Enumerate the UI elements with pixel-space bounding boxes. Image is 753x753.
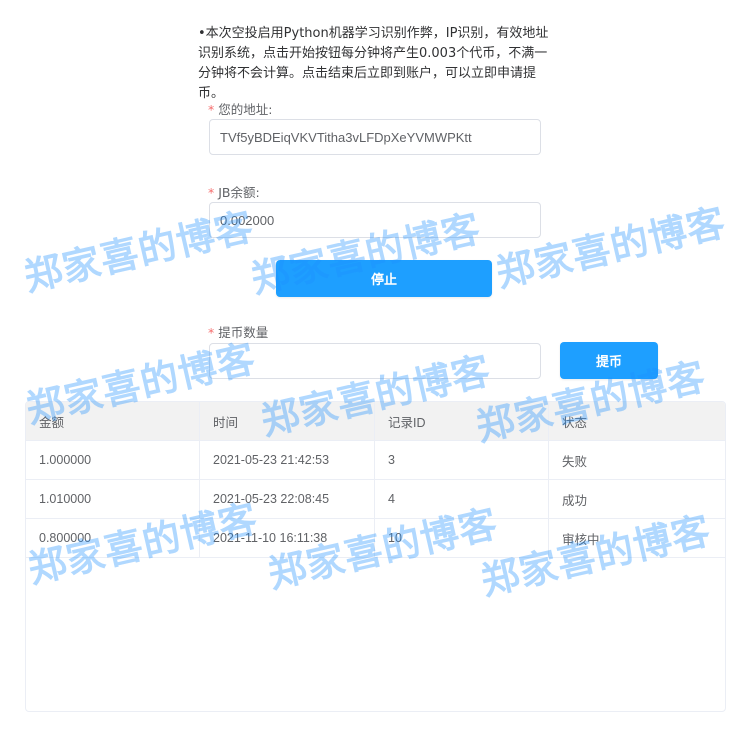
balance-input[interactable] <box>220 212 530 228</box>
header-status: 状态 <box>549 402 725 441</box>
cell-status: 成功 <box>549 480 725 519</box>
required-mark: * <box>208 325 215 340</box>
table-row: 1.010000 2021-05-23 22:08:45 4 成功 <box>26 480 725 519</box>
address-input-box[interactable] <box>209 119 541 155</box>
table-row: 1.000000 2021-05-23 21:42:53 3 失败 <box>26 441 725 480</box>
withdraw-amount-label-text: 提币数量 <box>218 325 269 340</box>
table-header-row: 金额 时间 记录ID 状态 <box>26 402 725 441</box>
header-time: 时间 <box>200 402 375 441</box>
address-label: * 您的地址: <box>208 99 272 118</box>
records-table: 金额 时间 记录ID 状态 1.000000 2021-05-23 21:42:… <box>25 401 726 712</box>
header-record-id: 记录ID <box>375 402 549 441</box>
cell-time: 2021-11-10 16:11:38 <box>200 519 375 558</box>
cell-record-id: 10 <box>375 519 549 558</box>
withdraw-amount-input[interactable] <box>220 353 530 369</box>
required-mark: * <box>208 102 215 117</box>
balance-label-text: JB余额: <box>218 185 260 200</box>
cell-amount: 1.000000 <box>26 441 200 480</box>
cell-time: 2021-05-23 22:08:45 <box>200 480 375 519</box>
balance-input-box[interactable] <box>209 202 541 238</box>
withdraw-amount-input-box[interactable] <box>209 343 541 379</box>
address-label-text: 您的地址: <box>218 102 273 117</box>
cell-status: 审核中 <box>549 519 725 558</box>
stop-button[interactable]: 停止 <box>276 260 492 297</box>
cell-time: 2021-05-23 21:42:53 <box>200 441 375 480</box>
balance-label: * JB余额: <box>208 182 260 201</box>
withdraw-button[interactable]: 提币 <box>560 342 658 379</box>
cell-amount: 0.800000 <box>26 519 200 558</box>
withdraw-amount-label: * 提币数量 <box>208 322 268 341</box>
address-input[interactable] <box>220 129 530 145</box>
required-mark: * <box>208 185 215 200</box>
cell-record-id: 3 <box>375 441 549 480</box>
airdrop-notice: •本次空投启用Python机器学习识别作弊，IP识别，有效地址识别系统，点击开始… <box>198 26 549 101</box>
cell-record-id: 4 <box>375 480 549 519</box>
header-amount: 金额 <box>26 402 200 441</box>
cell-amount: 1.010000 <box>26 480 200 519</box>
cell-status: 失败 <box>549 441 725 480</box>
table-row: 0.800000 2021-11-10 16:11:38 10 审核中 <box>26 519 725 558</box>
